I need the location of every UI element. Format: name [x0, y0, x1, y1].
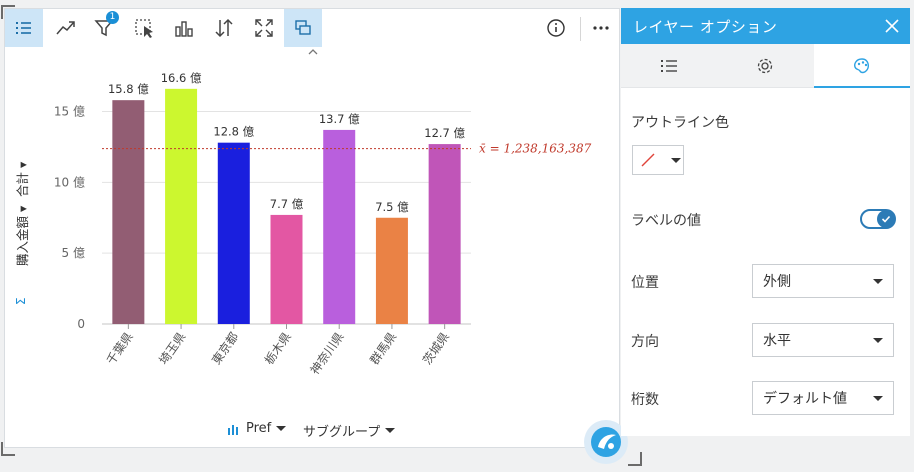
insights-logo-icon	[591, 427, 621, 457]
mean-label: x̄ = 1,238,163,387	[479, 142, 592, 156]
data-label: 7.5 億	[375, 200, 409, 214]
bar	[375, 217, 408, 324]
tab-style[interactable]	[813, 44, 911, 88]
x-tick-label: 群馬県	[367, 330, 399, 368]
position-value: 外側	[763, 274, 791, 290]
direction-value: 水平	[763, 333, 791, 349]
y-tick-label: 15 億	[54, 105, 85, 119]
data-label: 15.8 億	[108, 82, 149, 96]
x-tick-label: 埼玉県	[156, 330, 188, 368]
chevron-down-icon	[385, 428, 396, 433]
data-label: 13.7 億	[319, 112, 360, 126]
y-axis-title[interactable]: 購入金額 ▾	[15, 205, 30, 266]
toggle-knob	[877, 210, 895, 228]
y-tick-label: 5 億	[62, 246, 85, 260]
panel-header: レイヤー オプション	[621, 8, 910, 44]
resize-handle-bottom-left[interactable]	[1, 442, 15, 456]
bar	[165, 88, 198, 324]
x-tick-label: 茨城県	[420, 330, 452, 368]
position-dropdown[interactable]: 外側	[752, 264, 894, 298]
y-tick-label: 0	[77, 317, 85, 331]
digits-label: 桁数	[631, 392, 659, 408]
x-tick-label: 千葉県	[104, 330, 136, 368]
sigma-icon: Σ	[14, 297, 28, 305]
panel-title: レイヤー オプション	[633, 17, 778, 36]
tab-legend[interactable]	[621, 44, 718, 87]
checkmark-icon	[881, 215, 891, 223]
chart-card: 1 05 億 10 億 15 億 15.8 億千葉県 16.6 億埼玉県 12.8 億東京…	[4, 8, 620, 448]
tab-settings[interactable]	[717, 44, 814, 87]
digits-value: デフォルト値	[763, 391, 847, 407]
bar	[428, 144, 461, 324]
layer-options-panel: レイヤー オプション アウトライン色 ラベルの値 位置 外側 方向 水平 桁数 …	[621, 8, 911, 436]
chevron-down-icon	[276, 426, 287, 431]
x-tick-label: 東京都	[209, 330, 241, 368]
gear-icon	[758, 58, 773, 73]
direction-dropdown[interactable]: 水平	[752, 323, 894, 357]
bar-field-icon	[228, 424, 238, 435]
no-color-icon	[641, 153, 655, 167]
chevron-down-icon	[873, 337, 883, 343]
label-values-toggle[interactable]	[860, 209, 896, 229]
y-axis-statistic[interactable]: 合計 ▾	[15, 161, 30, 197]
palette-icon	[853, 57, 869, 73]
label-values-label: ラベルの値	[631, 213, 701, 229]
data-label: 16.6 億	[161, 71, 202, 85]
chevron-down-icon	[671, 157, 681, 163]
list-icon	[661, 59, 678, 72]
x-axis-field-label: Pref	[246, 421, 272, 436]
data-label: 7.7 億	[270, 197, 304, 211]
bar-chart: 0 5 億 10 億 15 億 15.8 億千葉県 16.6 億埼玉県 12.8 億東京都 7…	[14, 49, 592, 377]
data-label: 12.7 億	[424, 126, 465, 140]
close-icon[interactable]	[884, 18, 900, 34]
x-axis-field-selector[interactable]: Pref	[227, 421, 287, 436]
panel-tabs	[621, 44, 911, 88]
chevron-down-icon	[873, 395, 883, 401]
outline-color-picker[interactable]	[632, 145, 684, 175]
y-tick-label: 10 億	[54, 175, 85, 189]
bar	[323, 129, 356, 324]
outline-color-label: アウトライン色	[631, 115, 729, 131]
bar	[270, 214, 303, 324]
x-tick-label: 栃木県	[262, 330, 294, 368]
resize-handle-top-left[interactable]	[1, 5, 15, 19]
bar	[112, 100, 145, 325]
resize-handle-bottom-right[interactable]	[628, 452, 642, 466]
data-label: 12.8 億	[213, 125, 254, 139]
chevron-down-icon	[873, 278, 883, 284]
position-label: 位置	[631, 275, 659, 291]
bar	[217, 142, 250, 324]
chevron-up-icon	[308, 49, 318, 55]
x-tick-label: 神奈川県	[308, 330, 347, 377]
subgroup-label: サブグループ	[303, 425, 381, 440]
direction-label: 方向	[631, 334, 659, 350]
subgroup-selector[interactable]: サブグループ	[303, 421, 396, 440]
digits-dropdown[interactable]: デフォルト値	[752, 381, 894, 415]
